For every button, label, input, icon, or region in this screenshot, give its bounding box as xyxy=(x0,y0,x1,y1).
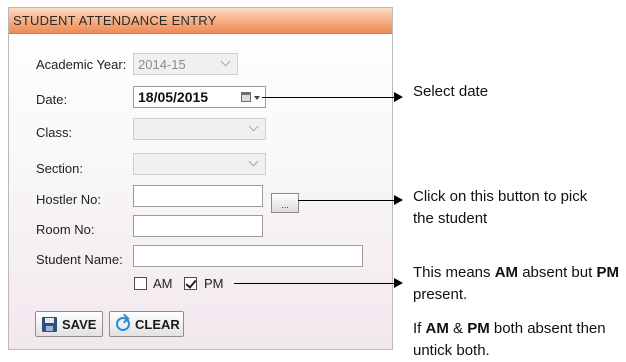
clear-button[interactable]: CLEAR xyxy=(109,311,184,337)
attendance-window: STUDENT ATTENDANCE ENTRY Academic Year: … xyxy=(8,7,393,350)
picker-arrow-line xyxy=(298,200,395,201)
annotation-picker-line1: Click on this button to pick xyxy=(413,188,588,205)
date-label: Date: xyxy=(36,92,68,107)
annotation-text: present. xyxy=(413,286,468,303)
am-label: AM xyxy=(153,276,173,291)
annotation-text: This means xyxy=(413,264,495,281)
annotation-bold: AM xyxy=(425,320,449,337)
annotation-picker-line2: the student xyxy=(413,210,488,227)
refresh-icon xyxy=(116,317,130,331)
chevron-down-icon xyxy=(248,121,259,132)
annotation-text: untick both. xyxy=(413,342,490,359)
clear-button-label: CLEAR xyxy=(135,317,180,332)
title-bar: STUDENT ATTENDANCE ENTRY xyxy=(9,8,392,34)
hostler-no-label: Hostler No: xyxy=(36,192,102,207)
student-name-label: Student Name: xyxy=(36,252,123,267)
student-picker-button[interactable]: ... xyxy=(271,193,299,213)
pm-label: PM xyxy=(204,276,224,291)
date-arrow-line xyxy=(262,97,395,98)
student-name-input[interactable] xyxy=(133,245,363,267)
save-button[interactable]: SAVE xyxy=(35,311,103,337)
room-no-input[interactable] xyxy=(133,215,263,237)
class-select[interactable] xyxy=(133,118,266,140)
chevron-down-icon xyxy=(248,156,259,167)
floppy-disk-icon xyxy=(42,317,57,332)
section-label: Section: xyxy=(36,161,83,176)
date-picker[interactable]: 18/05/2015 xyxy=(133,86,266,108)
chevron-down-icon xyxy=(220,56,231,67)
section-select[interactable] xyxy=(133,153,266,175)
annotation-meaning: This means AM absent but PM present. xyxy=(413,262,619,306)
room-no-label: Room No: xyxy=(36,222,95,237)
annotation-bold: PM xyxy=(467,320,490,337)
annotation-text: absent but xyxy=(518,264,597,281)
window-title: STUDENT ATTENDANCE ENTRY xyxy=(13,13,217,28)
annotation-bold: AM xyxy=(494,264,519,281)
annotation-select-date: Select date xyxy=(413,83,489,100)
save-button-label: SAVE xyxy=(62,317,97,332)
date-arrow-head xyxy=(394,92,403,102)
date-value: 18/05/2015 xyxy=(138,89,209,105)
ampm-arrow-head xyxy=(394,278,403,288)
academic-year-value: 2014-15 xyxy=(138,57,186,72)
hostler-no-input[interactable] xyxy=(133,185,263,207)
class-label: Class: xyxy=(36,125,73,140)
pm-checkbox[interactable] xyxy=(184,277,197,290)
academic-year-label: Academic Year: xyxy=(36,57,127,72)
calendar-icon xyxy=(241,92,251,102)
ampm-arrow-line xyxy=(234,283,395,284)
dropdown-arrow-icon xyxy=(254,96,260,100)
academic-year-select[interactable]: 2014-15 xyxy=(133,53,238,75)
annotation-both: If AM & PM both absent then untick both. xyxy=(413,318,606,362)
annotation-text: If xyxy=(413,320,426,337)
annotation-bold: PM xyxy=(596,264,619,281)
annotation-picker: Click on this button to pick the student xyxy=(413,186,587,230)
picker-arrow-head xyxy=(394,195,403,205)
annotation-text: & xyxy=(448,320,468,337)
annotation-text: both absent then xyxy=(489,320,606,337)
am-checkbox[interactable] xyxy=(134,277,147,290)
